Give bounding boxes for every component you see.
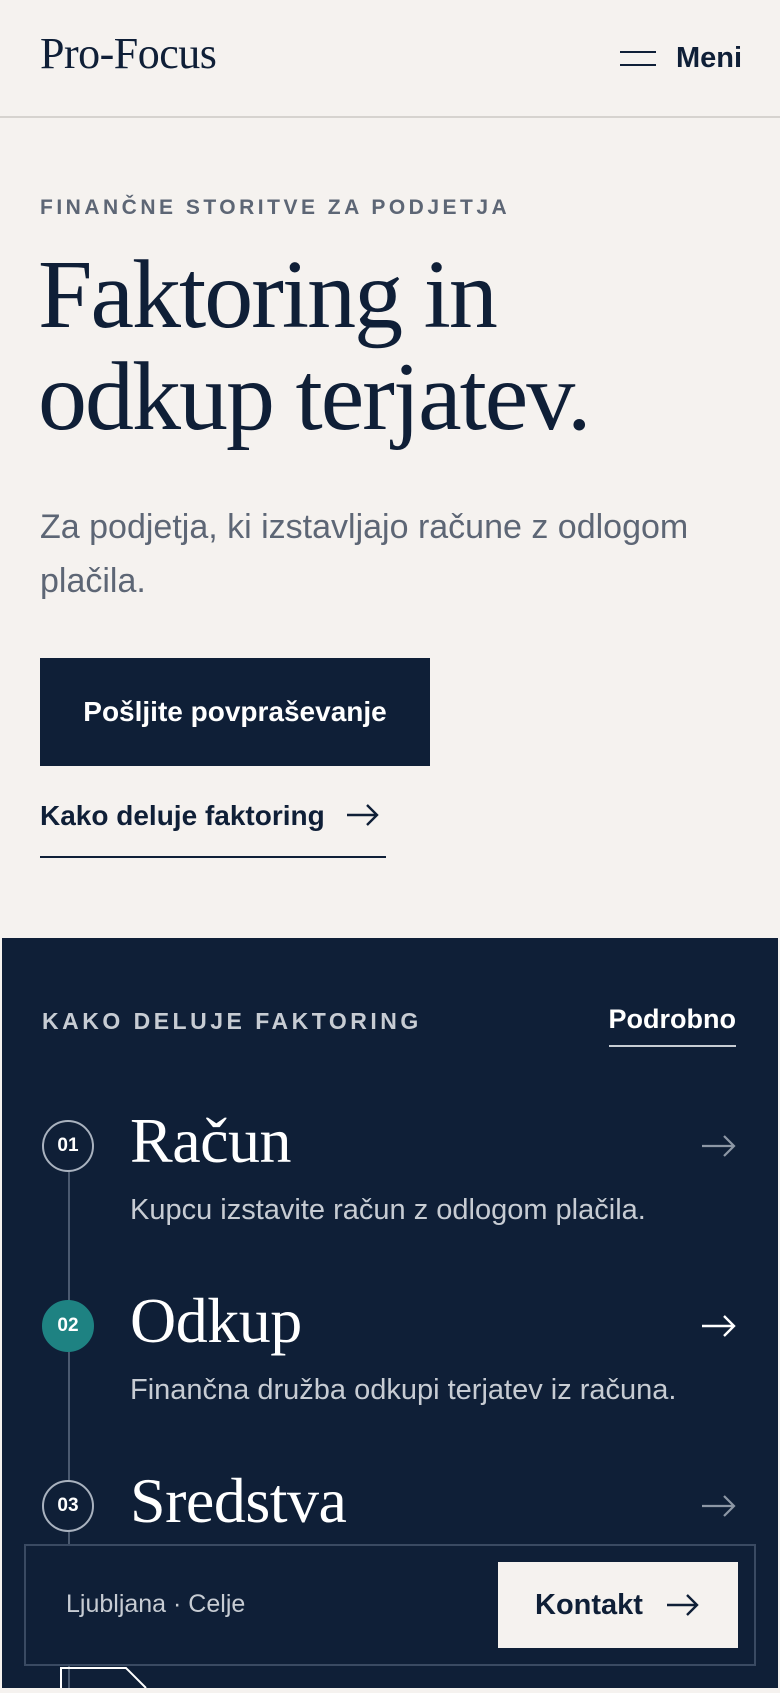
headline-line-2: odkup terjatev. <box>38 343 591 451</box>
sticky-contact-bar: Ljubljana · Celje Kontakt <box>24 1544 756 1666</box>
step-title: Sredstva <box>130 1465 347 1536</box>
hamburger-icon <box>619 48 656 68</box>
arrow-right-icon <box>700 1132 738 1165</box>
arrow-right-icon <box>665 1592 701 1618</box>
step-description: Kupcu izstavite račun z odlogom plačila. <box>130 1194 646 1226</box>
menu-label: Meni <box>675 41 742 74</box>
contact-button[interactable]: Kontakt <box>498 1562 738 1648</box>
details-link[interactable]: Podrobno <box>608 1004 736 1047</box>
step-title: Račun <box>130 1105 292 1176</box>
arrow-right-icon <box>700 1312 738 1345</box>
contact-label: Kontakt <box>535 1588 643 1621</box>
process-eyebrow: KAKO DELUJE FAKTORING <box>42 1008 422 1034</box>
step-title: Odkup <box>130 1285 302 1356</box>
logo[interactable]: Pro-Focus <box>40 28 217 79</box>
how-factoring-works-link[interactable]: Kako deluje faktoring <box>40 800 386 858</box>
arrow-right-icon <box>345 800 381 830</box>
site-header: Pro-Focus Meni <box>0 0 780 118</box>
document-icon <box>60 1666 150 1693</box>
menu-button[interactable]: Meni <box>619 38 742 78</box>
step-description: Finančna družba odkupi terjatev iz račun… <box>130 1374 677 1406</box>
process-step[interactable]: 02 Odkup Finančna družba odkupi terjatev… <box>2 1285 778 1458</box>
hero-eyebrow: FINANČNE STORITVE ZA PODJETJA <box>40 196 511 219</box>
step-number: 01 <box>42 1120 94 1172</box>
step-number: 03 <box>42 1480 94 1532</box>
headline-line-1: Faktoring in <box>38 241 498 349</box>
hero-headline: Faktoring in odkup terjatev. <box>38 244 758 448</box>
step-number: 02 <box>42 1300 94 1352</box>
how-link-label: Kako deluje faktoring <box>40 800 325 831</box>
hero-subtitle: Za podjetja, ki izstavljajo račune z odl… <box>40 508 689 600</box>
process-step[interactable]: 01 Račun Kupcu izstavite račun z odlogom… <box>2 1105 778 1278</box>
office-locations: Ljubljana · Celje <box>66 1590 246 1618</box>
send-inquiry-button[interactable]: Pošljite povpraševanje <box>40 658 430 766</box>
arrow-right-icon <box>700 1492 738 1525</box>
